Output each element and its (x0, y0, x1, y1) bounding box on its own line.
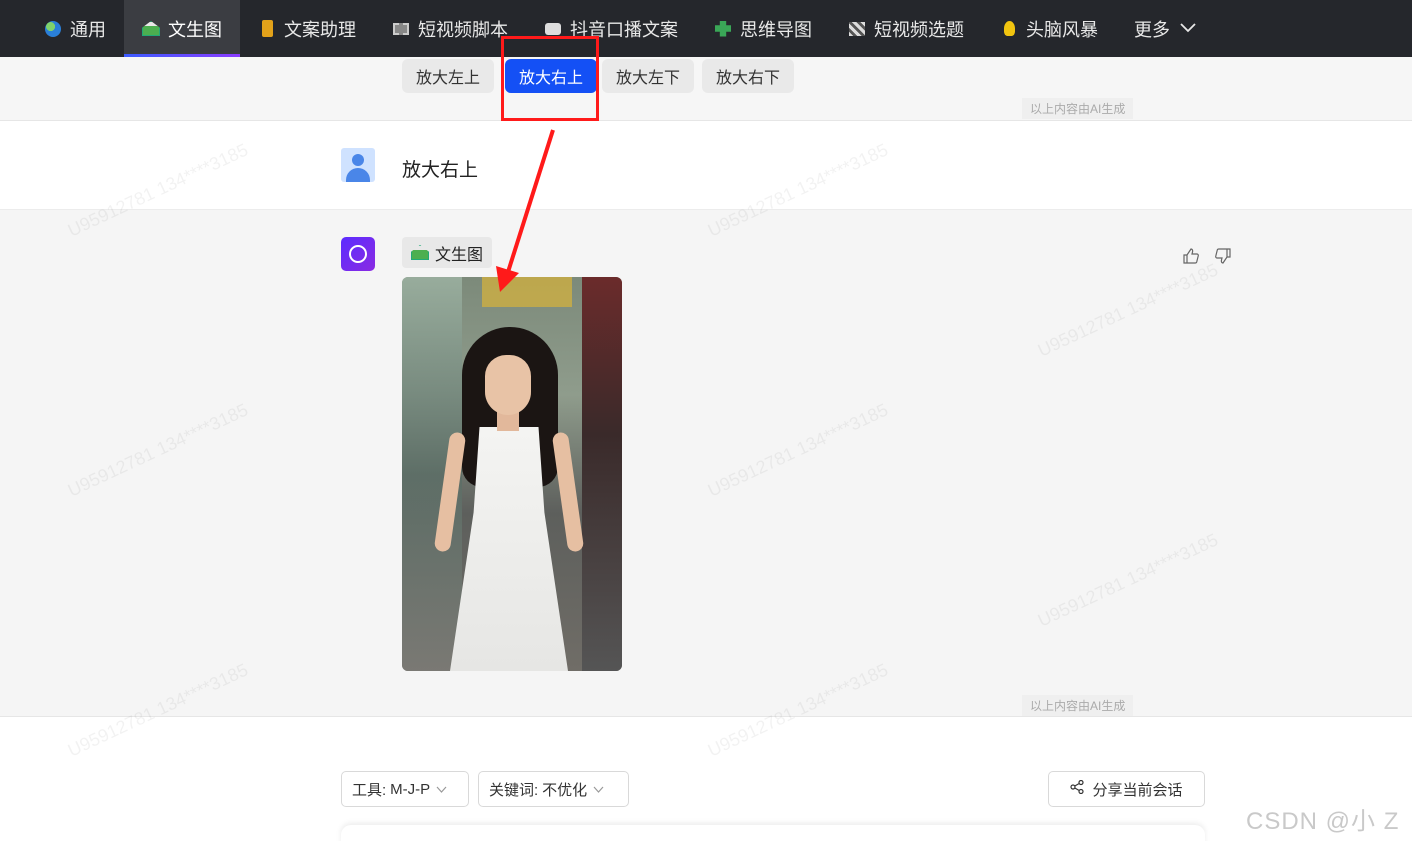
bulb-icon (1000, 20, 1018, 38)
nav-label: 更多 (1134, 19, 1170, 40)
nav-label: 通用 (70, 19, 106, 40)
nav-label: 文生图 (168, 19, 222, 40)
top-nav: 通用 文生图 文案助理 短视频脚本 抖音口播文案 思维导图 短视频选题 头脑风暴… (0, 0, 1412, 57)
nav-item-text-to-image[interactable]: 文生图 (124, 0, 240, 57)
message-input-box[interactable] (341, 825, 1205, 841)
nav-label: 头脑风暴 (1026, 19, 1098, 40)
upscale-bottom-left-button[interactable]: 放大左下 (602, 59, 695, 93)
chevron-down-icon (593, 782, 604, 796)
ai-generated-note: 以上内容由AI生成 (1022, 695, 1134, 716)
upscale-top-left-button[interactable]: 放大左上 (402, 59, 495, 93)
thumbs-down-icon[interactable] (1214, 247, 1232, 265)
nav-item-more[interactable]: 更多 (1116, 0, 1214, 57)
share-session-button[interactable]: 分享当前会话 (1048, 771, 1205, 807)
tool-select-label: 工具: (352, 781, 387, 799)
user-message-row: 放大右上 (0, 121, 1412, 210)
nav-label: 短视频脚本 (418, 19, 508, 40)
upscale-strip: 放大左上 放大右上 放大左下 放大右下 以上内容由AI生成 (0, 57, 1412, 121)
annotation-highlight-box (501, 36, 599, 121)
upscale-bottom-right-button[interactable]: 放大右下 (702, 59, 795, 93)
bot-avatar-icon (341, 237, 375, 271)
chevron-down-icon (1180, 20, 1196, 38)
clapper-icon (848, 20, 866, 38)
book-icon (258, 20, 276, 38)
globe-icon (44, 20, 62, 38)
mode-tag-label: 文生图 (435, 246, 484, 264)
thumbs-up-icon[interactable] (1182, 247, 1200, 265)
site-watermark: CSDN @小 Z (1246, 808, 1400, 835)
share-icon (1070, 779, 1085, 798)
puzzle-icon (714, 20, 732, 38)
nav-label: 思维导图 (740, 19, 812, 40)
tool-select[interactable]: 工具: M-J-P (341, 771, 469, 807)
keyword-select[interactable]: 关键词: 不优化 (478, 771, 629, 807)
tool-select-value: M-J-P (390, 780, 431, 798)
chevron-down-icon (436, 782, 447, 796)
nav-item-brainstorm[interactable]: 头脑风暴 (982, 0, 1116, 57)
house-image-icon (142, 20, 160, 38)
phone-icon (544, 20, 562, 38)
nav-item-copywriting[interactable]: 文案助理 (240, 0, 374, 57)
user-message-text: 放大右上 (402, 160, 479, 181)
mode-tag: 文生图 (402, 237, 493, 268)
house-image-icon (411, 245, 429, 260)
user-avatar-icon (341, 148, 375, 182)
nav-item-mind-map[interactable]: 思维导图 (696, 0, 830, 57)
bottom-toolbar: 工具: M-J-P 关键词: 不优化 分享当前会话 CSDN @小 Z (0, 717, 1412, 841)
nav-label: 短视频选题 (874, 19, 964, 40)
bot-message-row: 文生图 以上内容由AI生成 (0, 210, 1412, 717)
film-icon (392, 20, 410, 38)
nav-label: 文案助理 (284, 19, 356, 40)
nav-item-video-topics[interactable]: 短视频选题 (830, 0, 982, 57)
keyword-select-label: 关键词: (489, 781, 539, 799)
share-label: 分享当前会话 (1092, 781, 1183, 799)
ai-generated-note: 以上内容由AI生成 (1022, 98, 1134, 119)
nav-item-general[interactable]: 通用 (26, 0, 124, 57)
keyword-select-value: 不优化 (542, 781, 588, 799)
generated-image[interactable] (402, 277, 622, 671)
